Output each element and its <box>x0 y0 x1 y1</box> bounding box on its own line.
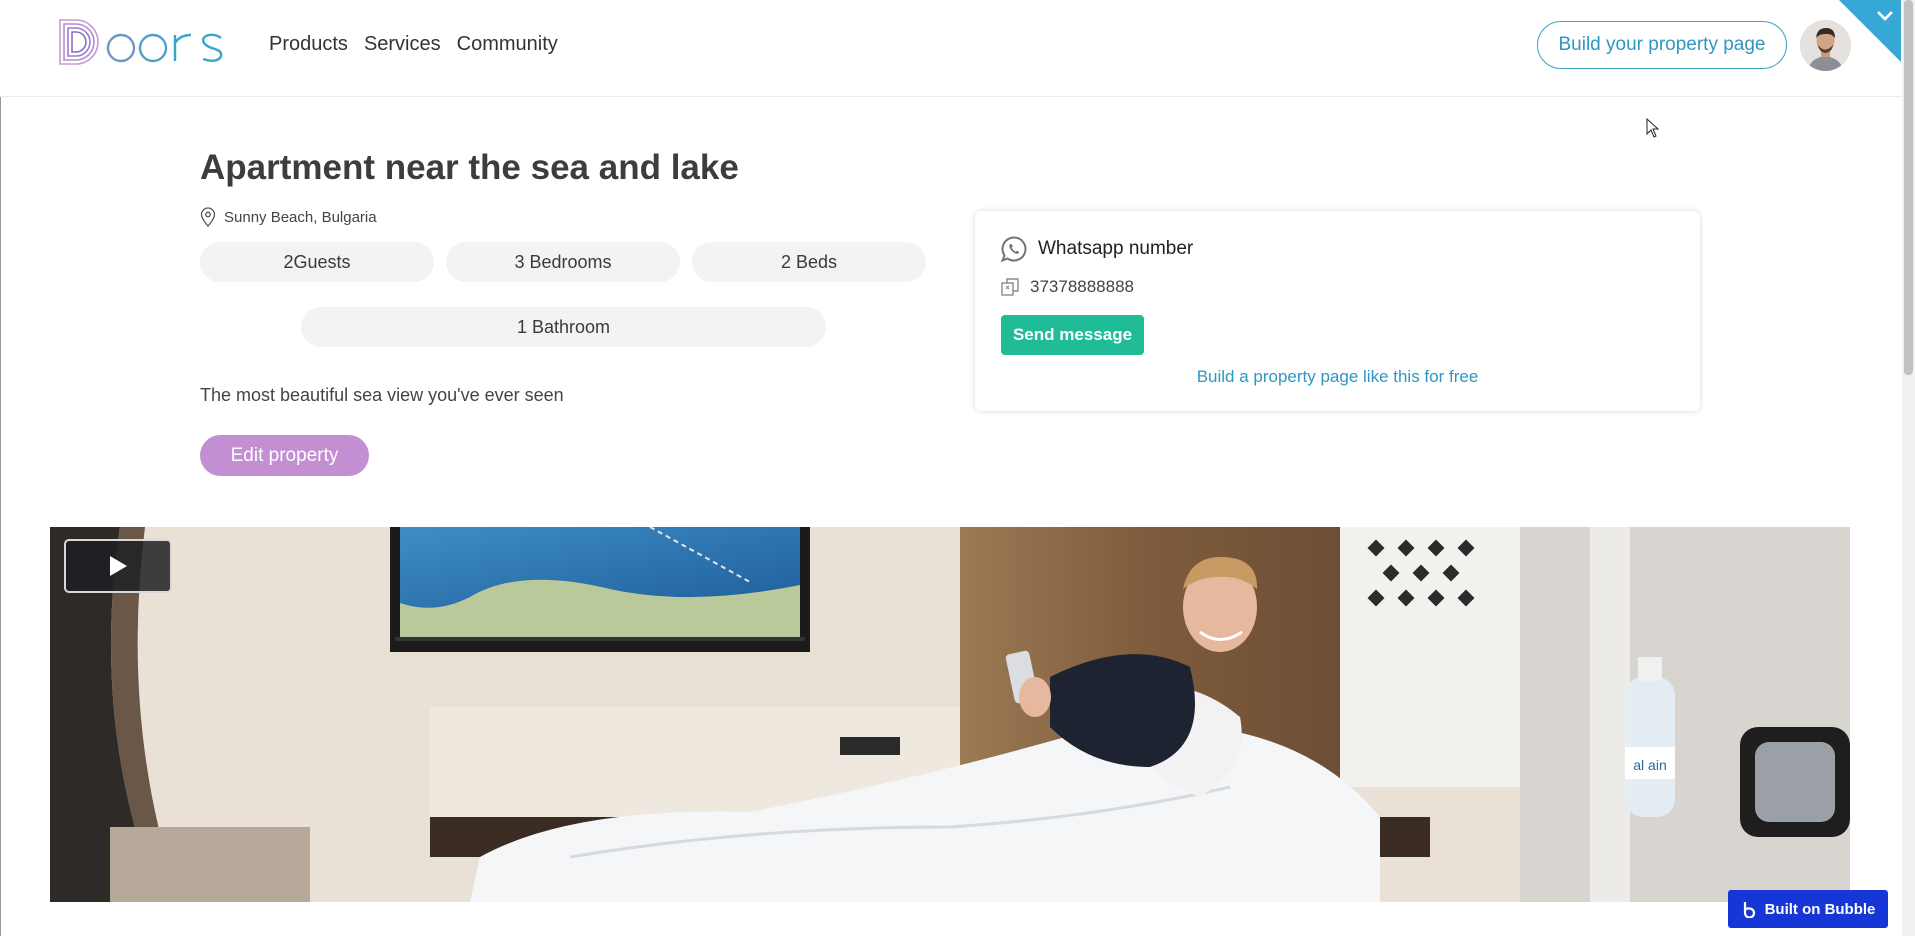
scrollbar-thumb[interactable] <box>1904 0 1913 375</box>
property-title: Apartment near the sea and lake <box>200 148 739 187</box>
built-on-bubble-badge[interactable]: Built on Bubble <box>1728 890 1888 928</box>
nav-products[interactable]: Products <box>269 33 348 56</box>
property-video[interactable]: al ain <box>50 527 1850 902</box>
send-message-button[interactable]: Send message <box>1001 315 1144 355</box>
nav-community[interactable]: Community <box>457 33 558 56</box>
bedrooms-pill: 3 Bedrooms <box>446 242 680 282</box>
play-video-button[interactable] <box>64 539 172 593</box>
video-thumbnail: al ain <box>50 527 1850 902</box>
build-free-link[interactable]: Build a property page like this for free <box>975 367 1700 387</box>
property-location: Sunny Beach, Bulgaria <box>200 207 377 227</box>
whatsapp-title: Whatsapp number <box>1038 238 1194 259</box>
property-description: The most beautiful sea view you've ever … <box>200 385 564 405</box>
collapse-corner[interactable] <box>1839 0 1901 62</box>
edit-property-button[interactable]: Edit property <box>200 435 369 476</box>
doors-logo[interactable] <box>58 16 230 68</box>
play-icon <box>110 556 127 576</box>
bubble-logo-icon <box>1743 902 1755 918</box>
build-property-page-button[interactable]: Build your property page <box>1537 21 1787 69</box>
main-nav: Products Services Community <box>269 33 558 56</box>
bathrooms-pill: 1 Bathroom <box>301 307 826 347</box>
location-pin-icon <box>200 207 216 227</box>
copy-icon[interactable] <box>1000 277 1020 297</box>
nav-services[interactable]: Services <box>364 33 441 56</box>
beds-pill: 2 Beds <box>692 242 926 282</box>
guests-pill: 2Guests <box>200 242 434 282</box>
window-edge <box>0 0 1 936</box>
phone-row: 37378888888 <box>1000 277 1134 297</box>
page-scrollbar[interactable] <box>1902 0 1915 936</box>
mouse-cursor-icon <box>1646 118 1660 138</box>
phone-number: 37378888888 <box>1030 277 1135 296</box>
top-header: Products Services Community Build your p… <box>0 0 1902 97</box>
whatsapp-row: Whatsapp number <box>1000 235 1193 263</box>
whatsapp-icon <box>1000 236 1027 263</box>
location-text: Sunny Beach, Bulgaria <box>224 208 377 226</box>
bubble-badge-label: Built on Bubble <box>1764 900 1876 918</box>
contact-card: Whatsapp number 37378888888 Send message… <box>975 211 1700 411</box>
svg-text:al ain: al ain <box>1633 757 1666 773</box>
